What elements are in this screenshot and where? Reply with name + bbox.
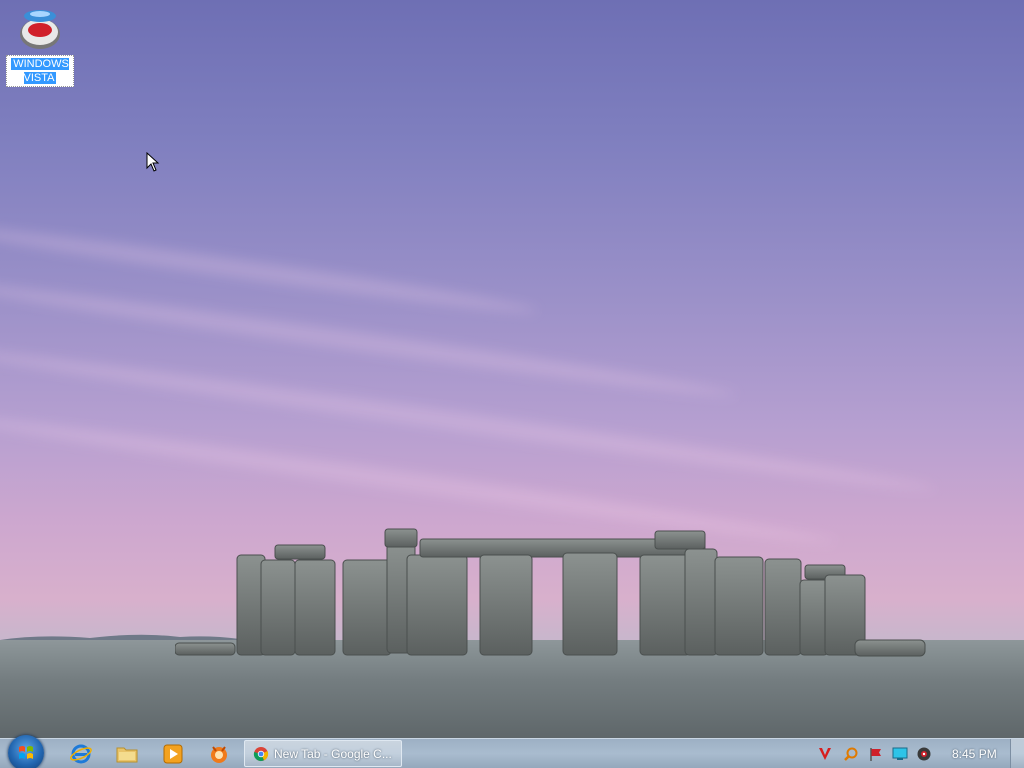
app-icon[interactable]: [207, 742, 231, 766]
show-desktop-button[interactable]: [1010, 739, 1024, 768]
chrome-icon: [253, 747, 269, 762]
desktop-icon-windows-vista[interactable]: WINDOWS VISTA: [6, 4, 74, 87]
vista-orb-icon: [20, 10, 60, 49]
internet-explorer-icon[interactable]: [69, 742, 93, 766]
windows-logo-icon: [19, 746, 33, 759]
stonehenge-image: [175, 528, 926, 657]
media-player-icon[interactable]: [161, 742, 185, 766]
mouse-cursor-icon: [146, 152, 160, 172]
desktop[interactable]: WINDOWS VISTA New Tab - Google C... 8:45…: [0, 0, 1024, 768]
search-tray-icon[interactable]: [843, 746, 859, 762]
taskbar-window-label: New Tab - Google C...: [274, 747, 392, 761]
taskbar: New Tab - Google C... 8:45 PM: [0, 735, 1024, 768]
webcam-icon[interactable]: [916, 746, 932, 762]
start-button[interactable]: [8, 735, 44, 768]
flag-icon[interactable]: [868, 746, 884, 762]
display-icon[interactable]: [892, 746, 908, 762]
antivirus-v-icon[interactable]: [817, 746, 833, 762]
desktop-icon-label: WINDOWS VISTA: [11, 58, 69, 84]
file-explorer-icon[interactable]: [115, 742, 139, 766]
taskbar-window-chrome[interactable]: New Tab - Google C...: [244, 740, 402, 767]
taskbar-clock[interactable]: 8:45 PM: [952, 747, 997, 761]
